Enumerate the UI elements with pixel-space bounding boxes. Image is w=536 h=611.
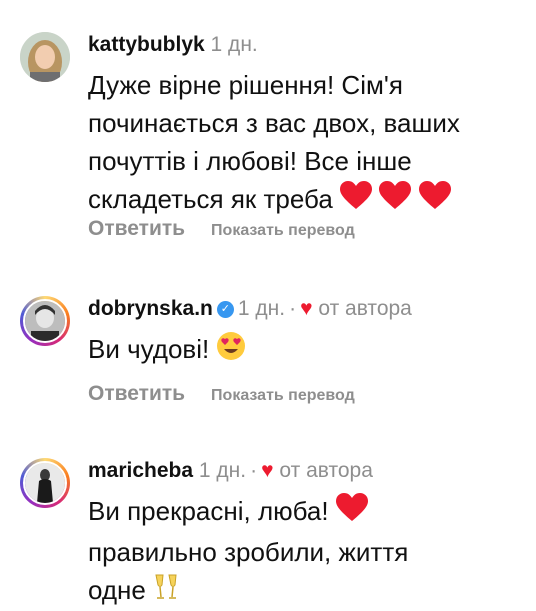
reply-button[interactable]: Ответить [88,382,185,406]
comment-text: Дуже вірне рішення! Сім'я починається з … [88,66,526,221]
timestamp: 1 дн. [198,459,247,482]
avatar[interactable] [20,296,70,346]
reply-button[interactable]: Ответить [88,217,185,241]
separator-dot: · [289,297,297,320]
translate-button[interactable]: Показать перевод [211,387,355,405]
champagne-emoji-icon [153,573,179,611]
heart-emoji-icon [340,181,373,221]
username[interactable]: maricheba [88,459,193,482]
heart-emoji-icon [418,181,451,221]
avatar[interactable] [20,32,70,82]
liked-by-author: от автора [318,297,412,320]
timestamp: 1 дн. [210,33,258,56]
comment-actions: Ответить Показать перевод [88,217,355,241]
comment-actions: Ответить Показать перевод [88,382,355,406]
timestamp: 1 дн. [237,297,286,320]
translate-button[interactable]: Показать перевод [211,222,355,240]
comment-text: Ви чудові! [88,330,526,371]
username[interactable]: dobrynska.n [88,297,213,320]
liked-heart-icon: ♥ [300,297,313,320]
comment-text: Ви прекрасні, люба! правильно зробили, ж… [88,492,526,611]
username[interactable]: kattybublyk [88,33,205,56]
verified-badge-icon: ✓ [216,300,234,318]
liked-by-author: от автора [279,459,373,482]
separator-dot: · [250,459,258,482]
heart-eyes-emoji-icon [216,331,246,371]
heart-emoji-icon [379,181,412,221]
heart-emoji-icon [335,493,368,533]
avatar[interactable] [20,458,70,508]
liked-heart-icon: ♥ [261,459,274,482]
